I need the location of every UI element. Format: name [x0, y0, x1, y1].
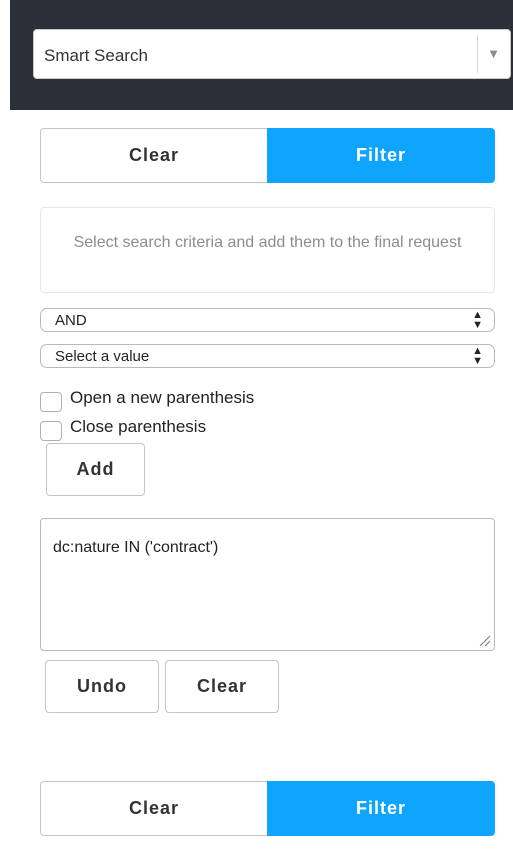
- top-clear-button[interactable]: Clear: [40, 128, 267, 183]
- resize-grip-icon[interactable]: [477, 633, 491, 647]
- bottom-filter-button[interactable]: Filter: [267, 781, 495, 836]
- operator-select[interactable]: AND ▲ ▼: [40, 308, 495, 332]
- open-parenthesis-checkbox[interactable]: [40, 392, 62, 412]
- close-parenthesis-row: Close parenthesis: [40, 415, 206, 441]
- top-action-group: Clear Filter: [40, 128, 495, 183]
- smart-search-select[interactable]: Smart Search ▼: [33, 29, 511, 79]
- criteria-info-text: Select search criteria and add them to t…: [73, 234, 462, 251]
- header-bar: Smart Search ▼: [10, 0, 513, 110]
- open-parenthesis-label[interactable]: Open a new parenthesis: [70, 388, 254, 408]
- value-select-value: Select a value: [55, 348, 150, 365]
- undo-button[interactable]: Undo: [45, 660, 159, 713]
- open-parenthesis-row: Open a new parenthesis: [40, 386, 254, 412]
- query-clear-button[interactable]: Clear: [165, 660, 279, 713]
- close-parenthesis-checkbox[interactable]: [40, 421, 62, 441]
- smart-search-label: Smart Search: [44, 46, 148, 65]
- select-divider: [477, 35, 478, 73]
- bottom-action-group: Clear Filter: [40, 781, 495, 836]
- chevron-down-icon[interactable]: ▼: [487, 46, 500, 61]
- query-textarea[interactable]: dc:nature IN ('contract'): [40, 518, 495, 651]
- top-filter-button[interactable]: Filter: [267, 128, 495, 183]
- close-parenthesis-label[interactable]: Close parenthesis: [70, 417, 206, 437]
- add-button[interactable]: Add: [46, 443, 145, 496]
- criteria-info-box: Select search criteria and add them to t…: [40, 207, 495, 293]
- up-down-arrows-icon: ▲ ▼: [472, 345, 483, 367]
- operator-select-value: AND: [55, 312, 87, 329]
- value-select[interactable]: Select a value ▲ ▼: [40, 344, 495, 368]
- bottom-clear-button[interactable]: Clear: [40, 781, 267, 836]
- up-down-arrows-icon: ▲ ▼: [472, 309, 483, 331]
